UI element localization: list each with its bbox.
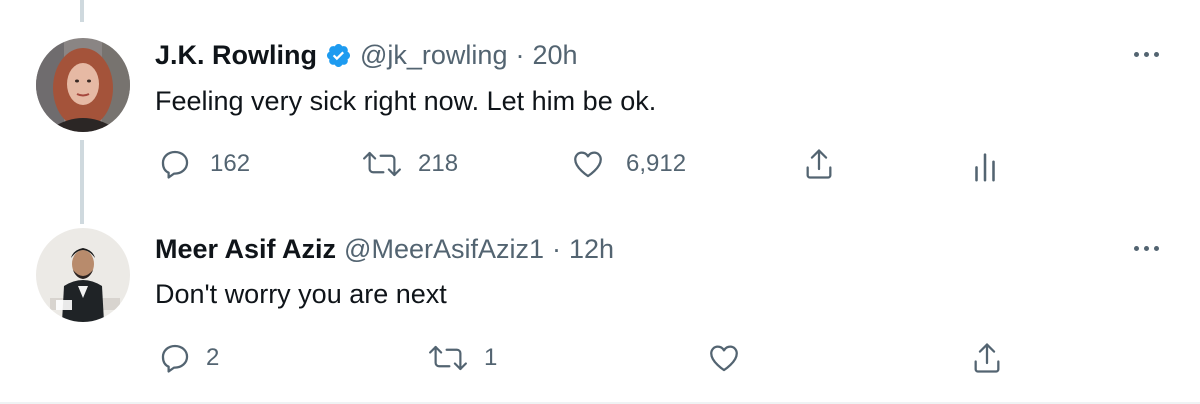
more-dot bbox=[1154, 52, 1159, 57]
reply-author-name[interactable]: Meer Asif Aziz bbox=[155, 234, 336, 265]
tweet-more-button[interactable] bbox=[1132, 44, 1164, 64]
author-handle[interactable]: @jk_rowling bbox=[360, 40, 507, 71]
verified-badge-icon bbox=[326, 43, 351, 67]
more-dot bbox=[1134, 246, 1139, 251]
share-button[interactable] bbox=[802, 146, 836, 182]
reply-icon bbox=[161, 150, 189, 179]
reply-author-handle[interactable]: @MeerAsifAziz1 bbox=[344, 234, 544, 265]
author-name[interactable]: J.K. Rowling bbox=[155, 40, 317, 71]
reply-text: Don't worry you are next bbox=[155, 279, 447, 309]
heart-icon bbox=[710, 345, 738, 372]
thread-line-top bbox=[80, 0, 84, 22]
retweet-count: 218 bbox=[418, 150, 459, 177]
reply-header: Meer Asif Aziz @MeerAsifAziz1 · 12h bbox=[155, 232, 614, 266]
reply-reply-count: 2 bbox=[206, 344, 220, 371]
tweet-text: Feeling very sick right now. Let him be … bbox=[155, 86, 657, 116]
reply-retweet-button[interactable]: 1 bbox=[426, 340, 497, 376]
thread-connector-line bbox=[80, 140, 84, 224]
separator-dot: · bbox=[515, 39, 525, 70]
author-avatar-image bbox=[36, 38, 130, 132]
reply-author-avatar-image bbox=[36, 228, 130, 322]
analytics-icon bbox=[975, 153, 995, 182]
share-icon bbox=[974, 343, 1000, 373]
like-button[interactable]: 6,912 bbox=[570, 146, 686, 182]
reply-more-button[interactable] bbox=[1132, 238, 1164, 258]
more-dot bbox=[1144, 52, 1149, 57]
analytics-button[interactable] bbox=[972, 148, 998, 184]
tweet-timestamp[interactable]: 20h bbox=[532, 40, 577, 71]
reply-share-button[interactable] bbox=[970, 340, 1004, 376]
reply-count: 162 bbox=[210, 150, 251, 177]
separator-dot: · bbox=[552, 233, 562, 264]
reply-like-button[interactable] bbox=[706, 340, 760, 376]
heart-icon bbox=[574, 151, 602, 178]
reply-author-avatar[interactable] bbox=[36, 228, 130, 322]
reply-button[interactable]: 162 bbox=[158, 146, 250, 182]
reply-icon bbox=[161, 344, 189, 373]
reply-retweet-count: 1 bbox=[484, 344, 498, 371]
like-count: 6,912 bbox=[626, 150, 687, 177]
retweet-icon bbox=[363, 151, 401, 177]
reply-timestamp[interactable]: 12h bbox=[569, 234, 614, 265]
more-dot bbox=[1154, 246, 1159, 251]
reply-reply-button[interactable]: 2 bbox=[158, 340, 219, 376]
tweet-header: J.K. Rowling @jk_rowling · 20h bbox=[155, 38, 578, 72]
retweet-icon bbox=[429, 345, 467, 371]
author-avatar[interactable] bbox=[36, 38, 130, 132]
more-dot bbox=[1134, 52, 1139, 57]
retweet-button[interactable]: 218 bbox=[360, 146, 458, 182]
share-icon bbox=[806, 149, 832, 179]
more-dot bbox=[1144, 246, 1149, 251]
